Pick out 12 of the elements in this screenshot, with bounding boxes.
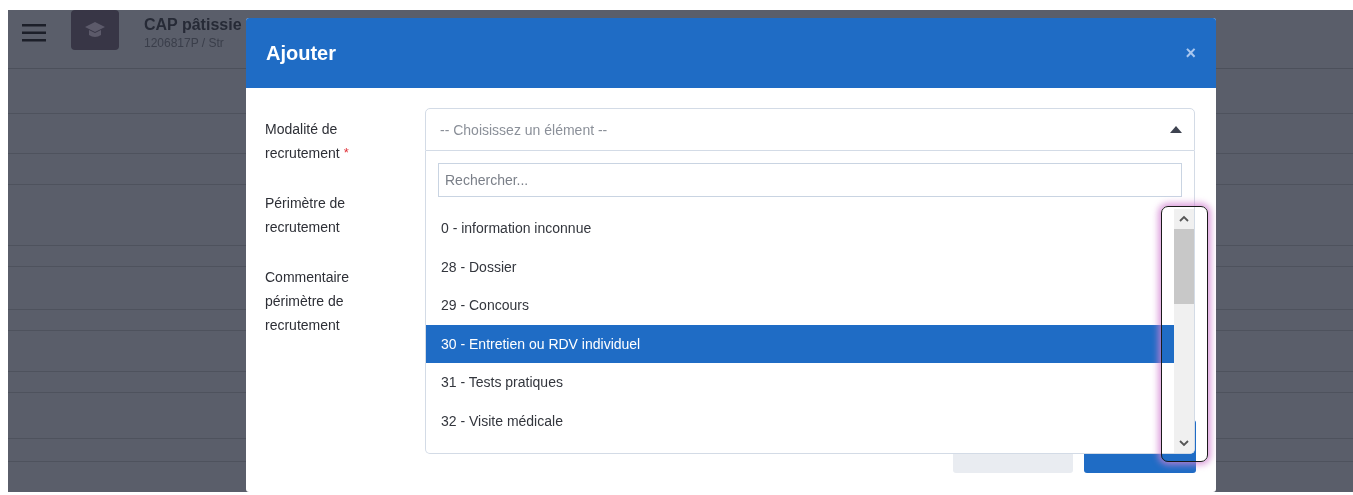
dialog-title: Ajouter: [266, 41, 336, 65]
scrollbar-thumb[interactable]: [1174, 229, 1194, 304]
scroll-up-icon[interactable]: [1178, 215, 1190, 223]
caret-icon: [1170, 126, 1182, 133]
field-label: Modalité de recrutement *: [265, 120, 350, 163]
scrollbar[interactable]: [1174, 209, 1194, 453]
search-field[interactable]: Rechercher...: [438, 163, 1182, 197]
field-label: Périmètre de recrutement: [265, 194, 347, 237]
scroll-down-icon[interactable]: [1178, 439, 1190, 447]
dropdown-option[interactable]: 30 - Entretien ou RDV individuel: [426, 324, 1174, 363]
field-label: Commentaire périmètre de recrutement: [265, 268, 351, 335]
menu-icon[interactable]: [22, 24, 46, 42]
